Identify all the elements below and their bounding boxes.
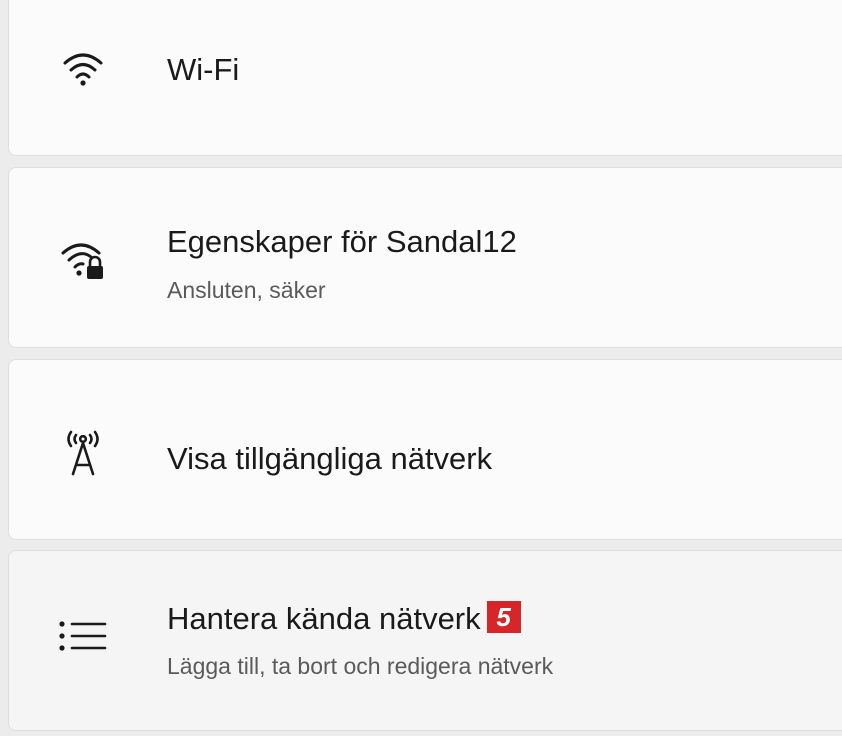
manage-networks-label: Hantera kända nätverk [167, 601, 481, 636]
manage-networks-description: Lägga till, ta bort och redigera nätverk [167, 653, 554, 679]
network-properties-row[interactable]: Egenskaper för Sandal12 Ansluten, säker [8, 167, 842, 348]
show-available-networks-row[interactable]: Visa tillgängliga nätverk [8, 359, 842, 540]
list-icon [55, 608, 111, 664]
wifi-icon [55, 41, 111, 97]
wifi-toggle-row[interactable]: Wi-Fi [8, 0, 842, 156]
manage-known-networks-row[interactable]: Hantera kända nätverk 5 Lägga till, ta bo… [8, 550, 842, 731]
manage-networks-title: Hantera kända nätverk 5 [167, 599, 521, 639]
wifi-lock-icon [55, 231, 111, 287]
antenna-icon [55, 425, 111, 481]
callout-badge: 5 [486, 601, 521, 633]
wifi-label: Wi-Fi [167, 52, 240, 87]
network-properties-title: Egenskaper för Sandal12 [167, 224, 517, 259]
network-status-text: Ansluten, säker [167, 277, 326, 303]
show-networks-title: Visa tillgängliga nätverk [167, 441, 493, 476]
